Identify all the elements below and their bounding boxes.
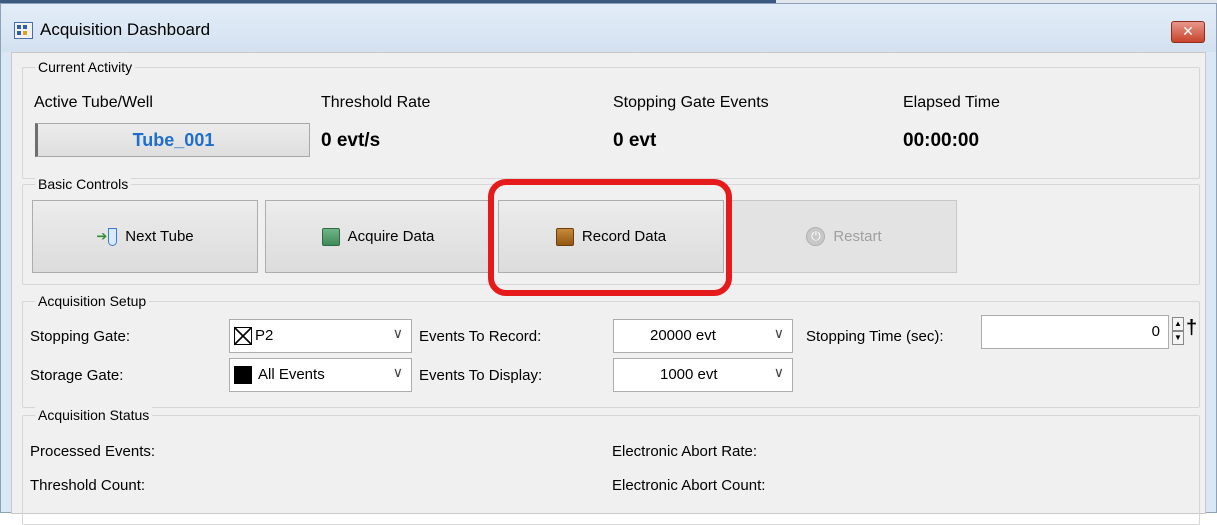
threshold-rate-label: Threshold Rate [321, 94, 431, 111]
acquisition-dashboard-window: Acquisition Dashboard ✕ Current Activity… [0, 3, 1217, 525]
stopping-time-pin-icon[interactable]: † [1186, 317, 1197, 340]
acquisition-setup-legend: Acquisition Setup [35, 293, 150, 309]
basic-controls-legend: Basic Controls [35, 176, 132, 192]
acquire-data-icon [321, 227, 340, 246]
stopping-time-stepper[interactable]: ▲ ▼ [1172, 317, 1184, 347]
app-icon [14, 22, 33, 39]
storage-gate-dropdown[interactable]: All Events ∨ [229, 358, 412, 392]
elapsed-time-label: Elapsed Time [903, 94, 1000, 111]
events-to-display-label: Events To Display: [419, 367, 543, 384]
acquire-data-button[interactable]: Acquire Data [265, 200, 491, 273]
gate-solid-icon [234, 366, 252, 384]
active-tube-label: Active Tube/Well [34, 94, 153, 111]
events-to-record-value: 20000 evt [650, 327, 716, 344]
stopping-gate-events-label: Stopping Gate Events [613, 94, 769, 111]
window-title: Acquisition Dashboard [40, 20, 211, 39]
record-data-highlight [488, 179, 732, 296]
electronic-abort-rate-label: Electronic Abort Rate: [612, 443, 758, 460]
active-tube-value: Tube_001 [35, 123, 310, 157]
storage-gate-value: All Events [258, 366, 325, 383]
stopping-gate-label: Stopping Gate: [30, 328, 131, 345]
events-to-record-dropdown[interactable]: 20000 evt ∨ [613, 319, 793, 353]
stopping-time-label: Stopping Time (sec): [806, 328, 944, 345]
processed-events-label: Processed Events: [30, 443, 156, 460]
close-button[interactable]: ✕ [1171, 21, 1205, 43]
chevron-down-icon: ∨ [773, 325, 784, 341]
stopping-gate-value: P2 [255, 327, 274, 344]
events-to-display-value: 1000 evt [660, 366, 718, 383]
restart-label: Restart [833, 228, 882, 245]
restart-icon: ⏻ [806, 227, 826, 246]
next-tube-label: Next Tube [125, 228, 194, 245]
spin-up-icon[interactable]: ▲ [1172, 317, 1184, 331]
acquisition-status-legend: Acquisition Status [35, 407, 153, 423]
stopping-time-input[interactable]: 0 [981, 315, 1169, 349]
threshold-rate-value: 0 evt/s [321, 130, 381, 151]
elapsed-time-value: 00:00:00 [903, 130, 980, 151]
chevron-down-icon: ∨ [392, 364, 403, 380]
title-bar[interactable]: Acquisition Dashboard ✕ [1, 4, 1216, 52]
current-activity-legend: Current Activity [35, 59, 136, 75]
restart-button[interactable]: ⏻ Restart [731, 200, 957, 273]
chevron-down-icon: ∨ [392, 325, 403, 341]
dashboard-client: Current Activity Active Tube/Well Thresh… [11, 52, 1206, 525]
stopping-gate-dropdown[interactable]: P2 ∨ [229, 319, 412, 353]
chevron-down-icon: ∨ [773, 364, 784, 380]
spin-down-icon[interactable]: ▼ [1172, 331, 1184, 345]
electronic-abort-count-label: Electronic Abort Count: [612, 477, 766, 494]
storage-gate-label: Storage Gate: [30, 367, 124, 384]
events-to-display-dropdown[interactable]: 1000 evt ∨ [613, 358, 793, 392]
next-tube-button[interactable]: ➔ Next Tube [32, 200, 258, 273]
gate-crossed-icon [234, 327, 252, 345]
events-to-record-label: Events To Record: [419, 328, 542, 345]
acquire-data-label: Acquire Data [347, 228, 435, 245]
threshold-count-label: Threshold Count: [30, 477, 146, 494]
next-tube-icon: ➔ [96, 227, 118, 246]
stopping-gate-events-value: 0 evt [613, 130, 657, 151]
acquisition-status-group: Acquisition Status [22, 407, 1200, 525]
